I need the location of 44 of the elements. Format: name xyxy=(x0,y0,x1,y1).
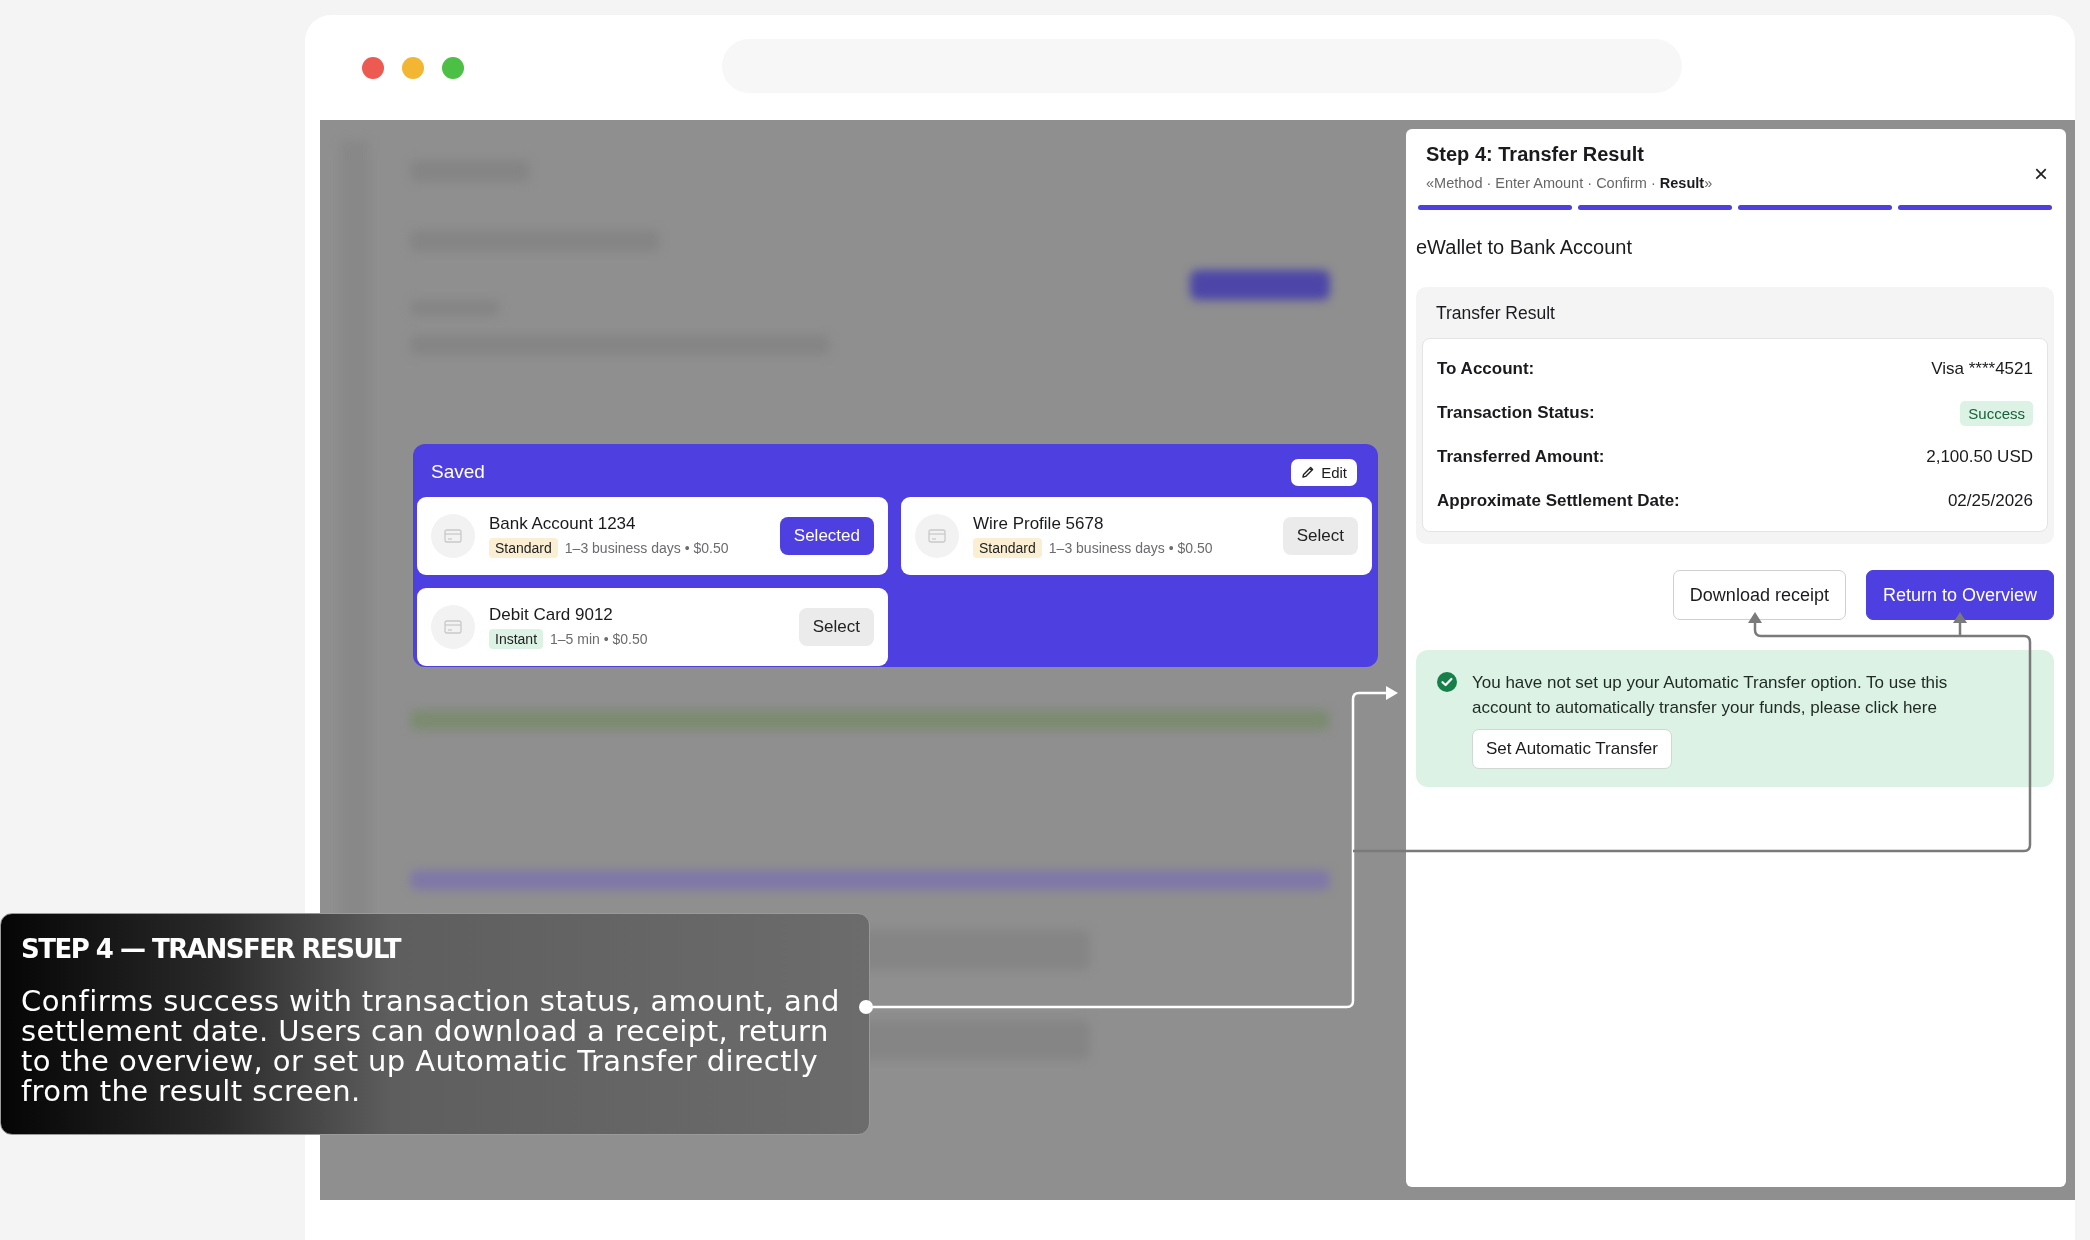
detail-value: 2,100.50 USD xyxy=(1926,447,2033,467)
account-name: Bank Account 1234 xyxy=(489,514,637,534)
speed-tag: Instant xyxy=(489,629,544,649)
pencil-icon xyxy=(1301,465,1316,479)
download-button[interactable]: Download receipt xyxy=(1672,570,1846,620)
detail-label: Transferred Amount: xyxy=(1437,447,1605,467)
minimize-window-dot[interactable] xyxy=(402,56,424,79)
automatic-transfer-button[interactable]: Set Automatic Transfer xyxy=(1472,729,1672,769)
dialog-title: Step 4: Transfer Result xyxy=(1426,143,1645,166)
account-name: Wire Profile 5678 xyxy=(973,514,1105,534)
detail-label: To Account: xyxy=(1437,359,1535,379)
detail-label: Transaction Status: xyxy=(1437,403,1595,423)
close-window-dot[interactable] xyxy=(362,56,384,79)
close-button[interactable]: × xyxy=(2028,159,2054,189)
detail-value: 02/25/2026 xyxy=(1947,491,2033,511)
return-button[interactable]: Return to Overview xyxy=(1865,570,2054,620)
select-button[interactable]: Selected xyxy=(779,517,874,555)
maximize-window-dot[interactable] xyxy=(442,56,464,79)
caption-heading: STEP 4 — TRANSFER RESULT xyxy=(21,934,402,964)
card-icon xyxy=(431,514,475,558)
detail-label: Approximate Settlement Date: xyxy=(1437,491,1680,511)
account-name: Debit Card 9012 xyxy=(489,605,614,625)
account-card[interactable]: Wire Profile 5678 Standard 1–3 business days • $0.50 Select xyxy=(901,497,1372,575)
select-button[interactable]: Select xyxy=(1282,517,1358,555)
select-button[interactable]: Select xyxy=(798,608,874,646)
card-icon xyxy=(915,514,959,558)
account-card[interactable]: Debit Card 9012 Instant 1–5 min • $0.50 Select xyxy=(417,588,888,666)
speed-tag: Standard xyxy=(973,538,1042,558)
account-meta: 1–3 business days • $0.50 xyxy=(564,540,729,556)
edit-button[interactable]: Edit xyxy=(1291,458,1357,486)
detail-value: Visa ****4521 xyxy=(1931,359,2033,379)
status-badge: Success xyxy=(1960,400,2033,426)
caption-text: Confirms success with transaction status, amount, and settlement date. Users can download a receipt, return to the overview, or set up Automatic Transfer directly from the result screen. xyxy=(21,986,841,1106)
transfer-type: eWallet to Bank Account xyxy=(1416,236,1634,259)
card-icon xyxy=(431,605,475,649)
step-breadcrumb: «Method · Enter Amount · Confirm · Result» xyxy=(1426,175,1713,191)
card-heading: Transfer Result xyxy=(1435,303,1556,325)
notice-text: You have not set up your Automatic Transfer option. To use this account to automatically transfer your funds, please click here xyxy=(1472,672,1949,719)
check-circle-icon xyxy=(1436,671,1458,693)
account-meta: 1–5 min • $0.50 xyxy=(550,631,648,647)
panel-title: Saved xyxy=(431,461,485,483)
account-meta: 1–3 business days • $0.50 xyxy=(1048,540,1213,556)
account-card[interactable]: Bank Account 1234 Standard 1–3 business days • $0.50 Selected xyxy=(417,497,888,575)
speed-tag: Standard xyxy=(489,538,558,558)
